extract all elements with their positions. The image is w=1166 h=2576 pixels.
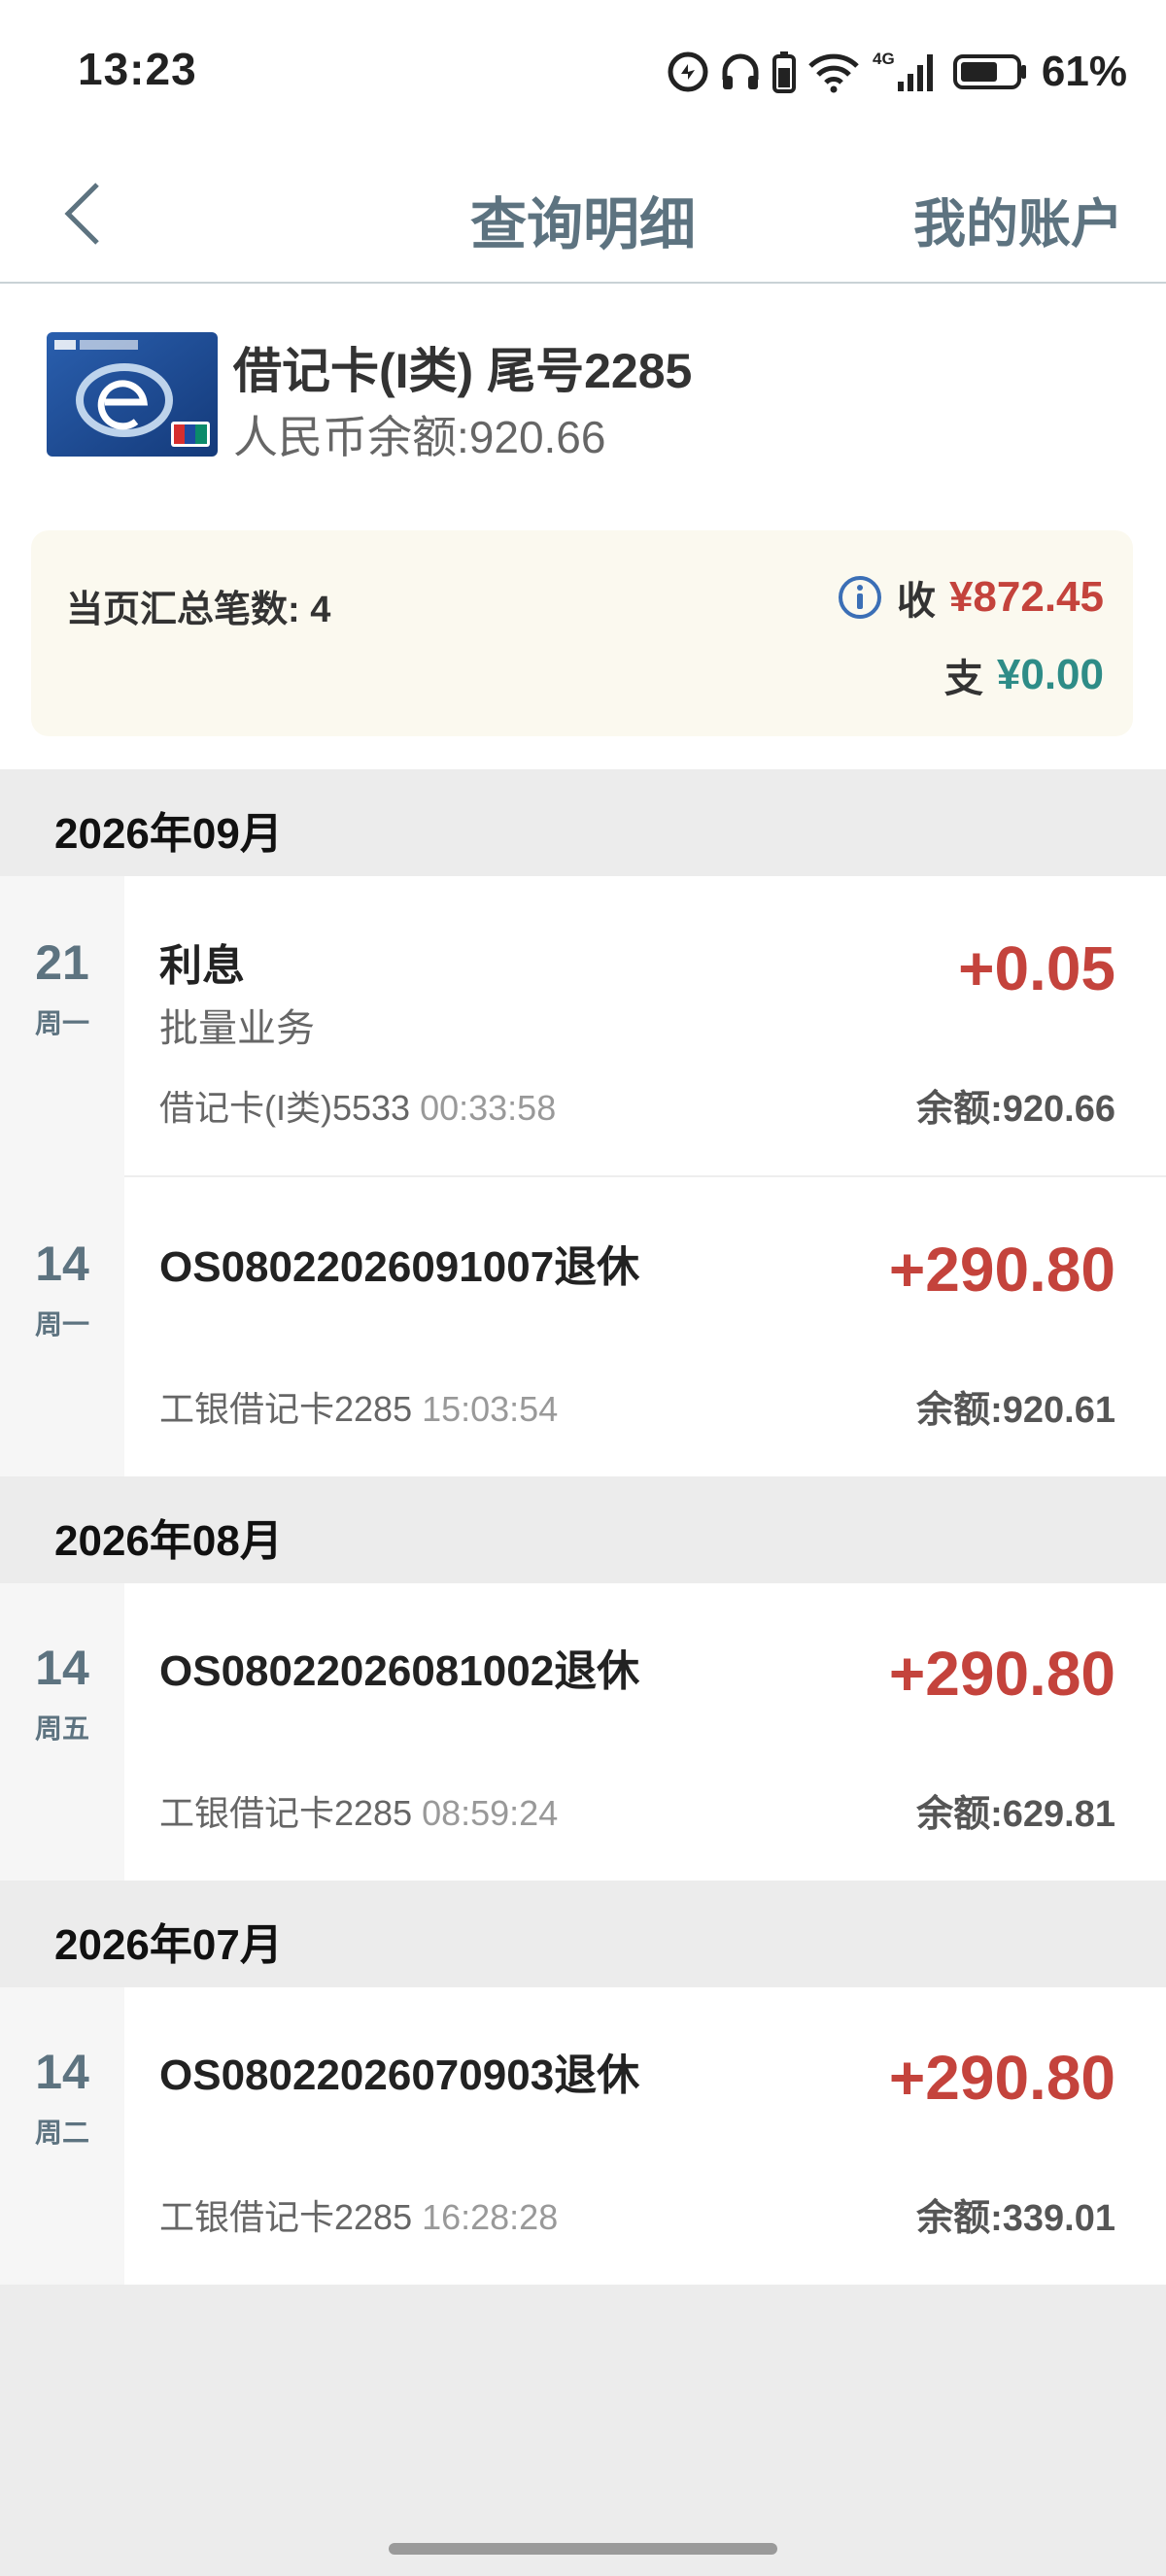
txn-day: 14	[35, 2045, 89, 2099]
txn-title: OS08022026070903退休	[159, 2051, 640, 2099]
info-icon[interactable]	[837, 574, 883, 621]
network-type: 4G	[873, 50, 895, 68]
page-summary: 当页汇总笔数: 4 收 ¥872.45 支 ¥0.00	[31, 530, 1133, 736]
txn-weekday: 周五	[34, 1713, 89, 1744]
transaction-row[interactable]: 21 周一 利息 批量业务 +0.05 借记卡(I类)5533 00:33:58 …	[0, 876, 1166, 1177]
month-header: 2026年07月	[0, 1881, 1166, 1987]
month-label: 2026年08月	[54, 1517, 283, 1565]
txn-weekday: 周一	[34, 1309, 89, 1339]
nav-bar: 查询明细 我的账户	[0, 146, 1166, 284]
txn-amount: +290.80	[888, 2043, 1115, 2113]
my-account-link[interactable]: 我的账户	[913, 181, 1123, 257]
txn-time: 16:28:28	[422, 2197, 559, 2237]
txn-card-info: 工银借记卡2285 15:03:54	[159, 1381, 558, 1432]
txn-card: 工银借记卡2285	[159, 1793, 413, 1833]
txn-subtitle: 批量业务	[159, 1007, 315, 1050]
transaction-row[interactable]: 14 周一 OS08022026091007退休 +290.80 工银借记卡22…	[0, 1177, 1166, 1476]
headphones-icon	[722, 53, 759, 89]
txn-title: 利息	[159, 942, 245, 990]
txn-day: 21	[35, 935, 89, 990]
txn-weekday: 周二	[34, 2118, 89, 2148]
income-total: ¥872.45	[948, 573, 1104, 621]
txn-balance: 余额:920.61	[916, 1390, 1115, 1431]
txn-card-info: 工银借记卡2285 16:28:28	[159, 2189, 558, 2240]
expense-total: ¥0.00	[996, 651, 1104, 698]
txn-card: 工银借记卡2285	[159, 1389, 413, 1429]
status-icons: 4G 61%	[667, 43, 1127, 101]
txn-balance: 余额:629.81	[916, 1794, 1115, 1835]
txn-card: 借记卡(I类)5533	[159, 1088, 411, 1128]
txn-day: 14	[35, 1237, 89, 1291]
txn-card-info: 借记卡(I类)5533 00:33:58	[159, 1080, 556, 1131]
txn-day: 14	[35, 1641, 89, 1695]
status-time: 13:23	[78, 44, 197, 94]
txn-balance: 余额:339.01	[916, 2198, 1115, 2239]
battery-icon	[952, 54, 1026, 89]
account-section: 借记卡(I类) 尾号2285 人民币余额:920.66 当页汇总笔数: 4 收 …	[0, 284, 1166, 779]
txn-time: 08:59:24	[422, 1793, 559, 1833]
account-balance: 人民币余额:920.66	[233, 412, 606, 462]
transaction-row[interactable]: 14 周五 OS08022026081002退休 +290.80 工银借记卡22…	[0, 1583, 1166, 1881]
account-title: 借记卡(I类) 尾号2285	[233, 344, 693, 398]
month-header: 2026年09月	[0, 769, 1166, 876]
data-saver-icon	[668, 51, 708, 92]
txn-title: OS08022026081002退休	[159, 1647, 640, 1695]
txn-card-info: 工银借记卡2285 08:59:24	[159, 1785, 558, 1836]
status-bar: 13:23 4G 61%	[0, 0, 1166, 146]
txn-amount: +290.80	[888, 1639, 1115, 1709]
txn-weekday: 周一	[34, 1008, 89, 1038]
month-header: 2026年08月	[0, 1476, 1166, 1583]
signal-icon: 4G	[873, 50, 933, 91]
txn-card: 工银借记卡2285	[159, 2197, 413, 2237]
wifi-icon	[808, 53, 859, 93]
txn-title: OS08022026091007退休	[159, 1243, 640, 1291]
expense-label: 支	[943, 658, 983, 700]
income-label: 收	[896, 580, 936, 623]
headset-battery-icon	[772, 51, 796, 93]
txn-amount: +290.80	[888, 1235, 1115, 1305]
txn-amount: +0.05	[958, 933, 1115, 1003]
month-label: 2026年07月	[54, 1921, 283, 1969]
bank-card-image	[47, 332, 218, 457]
txn-time: 00:33:58	[420, 1088, 557, 1128]
battery-percent: 61%	[1041, 48, 1127, 95]
home-indicator[interactable]	[389, 2543, 777, 2555]
txn-balance: 余额:920.66	[916, 1089, 1115, 1130]
transaction-row[interactable]: 14 周二 OS08022026070903退休 +290.80 工银借记卡22…	[0, 1987, 1166, 2285]
txn-time: 15:03:54	[422, 1389, 559, 1429]
summary-count: 当页汇总笔数: 4	[66, 590, 331, 630]
month-label: 2026年09月	[54, 810, 283, 858]
